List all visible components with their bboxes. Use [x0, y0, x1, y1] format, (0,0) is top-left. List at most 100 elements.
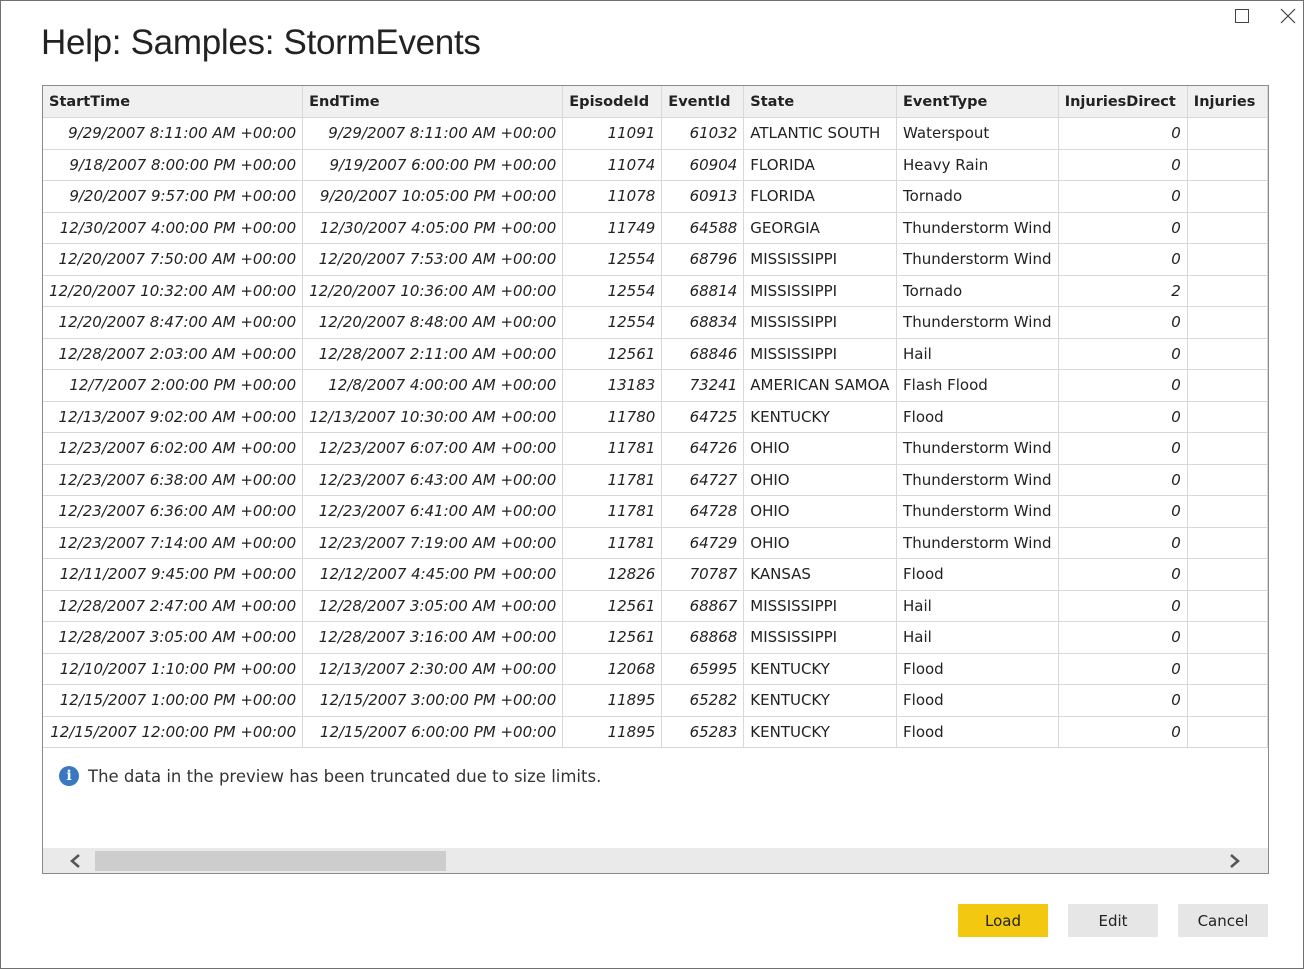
chevron-right-icon: [1230, 853, 1240, 868]
column-header[interactable]: EpisodeId: [562, 86, 663, 118]
table-cell: FLORIDA: [743, 149, 898, 181]
table-cell: 11895: [562, 684, 663, 717]
table-cell: 12/15/2007 12:00:00 PM +00:00: [43, 716, 304, 748]
table-cell: MISSISSIPPI: [743, 306, 898, 339]
column-header[interactable]: EventType: [896, 86, 1059, 118]
table-cell: Flood: [896, 401, 1059, 433]
table-cell: [1187, 243, 1268, 276]
table-cell: 64725: [661, 401, 745, 433]
table-cell: [1187, 180, 1268, 213]
close-button[interactable]: [1273, 3, 1303, 29]
table-cell: 9/20/2007 10:05:00 PM +00:00: [302, 180, 564, 213]
table-cell: [1187, 590, 1268, 622]
table-cell: OHIO: [743, 495, 898, 528]
column-header[interactable]: EndTime: [302, 86, 564, 118]
table-cell: 61032: [661, 117, 745, 150]
table-cell: 64588: [661, 212, 745, 244]
table-cell: OHIO: [743, 432, 898, 465]
storm-events-dialog: Help: Samples: StormEvents StartTime EndT…: [0, 0, 1304, 969]
table-cell: 64727: [661, 464, 745, 496]
table-cell: 0: [1058, 432, 1188, 465]
cancel-button[interactable]: Cancel: [1178, 904, 1268, 937]
table-cell: [1187, 306, 1268, 339]
table-row: 12/10/2007 1:10:00 PM +00:00 12/13/2007 2…: [43, 653, 1268, 685]
table-cell: OHIO: [743, 464, 898, 496]
table-cell: 12554: [562, 243, 663, 276]
table-cell: Waterspout: [896, 117, 1059, 150]
table-cell: Flood: [896, 684, 1059, 717]
table-cell: 60904: [661, 149, 745, 181]
table-cell: Hail: [896, 590, 1059, 622]
table-cell: 68868: [661, 621, 745, 654]
table-row: 12/20/2007 8:47:00 AM +00:00 12/20/2007 8…: [43, 306, 1268, 339]
table-cell: OHIO: [743, 527, 898, 559]
table-cell: 0: [1058, 716, 1188, 748]
table-cell: 9/29/2007 8:11:00 AM +00:00: [43, 117, 304, 150]
table-cell: 11749: [562, 212, 663, 244]
table-cell: 11074: [562, 149, 663, 181]
scrollbar-thumb[interactable]: [95, 851, 446, 871]
scroll-right-button[interactable]: [1221, 848, 1249, 873]
table-cell: [1187, 432, 1268, 465]
table-cell: 0: [1058, 621, 1188, 654]
table-cell: FLORIDA: [743, 180, 898, 213]
table-cell: 12/8/2007 4:00:00 AM +00:00: [302, 369, 564, 402]
table-cell: 65283: [661, 716, 745, 748]
table-cell: 12/13/2007 2:30:00 AM +00:00: [302, 653, 564, 685]
table-cell: 0: [1058, 117, 1188, 150]
data-preview-panel: StartTime EndTime EpisodeId EventId State Eve…: [42, 85, 1269, 874]
table-cell: 12554: [562, 306, 663, 339]
maximize-button[interactable]: [1227, 3, 1257, 29]
table-cell: Flood: [896, 716, 1059, 748]
table-cell: MISSISSIPPI: [743, 621, 898, 654]
table-cell: Tornado: [896, 180, 1059, 213]
column-header[interactable]: EventId: [661, 86, 745, 118]
table-cell: 0: [1058, 369, 1188, 402]
table-cell: KENTUCKY: [743, 401, 898, 433]
table-cell: KENTUCKY: [743, 684, 898, 717]
table-cell: 11781: [562, 464, 663, 496]
close-icon: [1280, 8, 1296, 24]
column-header[interactable]: Injuries: [1187, 86, 1268, 118]
table-cell: MISSISSIPPI: [743, 243, 898, 276]
table-cell: 12/23/2007 7:19:00 AM +00:00: [302, 527, 564, 559]
table-cell: 11781: [562, 495, 663, 528]
table-cell: Thunderstorm Wind: [896, 464, 1059, 496]
table-cell: 9/18/2007 8:00:00 PM +00:00: [43, 149, 304, 181]
table-row: 12/23/2007 7:14:00 AM +00:00 12/23/2007 7…: [43, 527, 1268, 559]
table-row: 12/28/2007 2:03:00 AM +00:00 12/28/2007 2…: [43, 338, 1268, 370]
table-cell: MISSISSIPPI: [743, 338, 898, 370]
table-body: 9/29/2007 8:11:00 AM +00:00 9/29/2007 8:1…: [43, 117, 1268, 748]
table-row: 9/20/2007 9:57:00 PM +00:00 9/20/2007 10:…: [43, 180, 1268, 213]
column-header[interactable]: StartTime: [43, 86, 304, 118]
table-cell: Flash Flood: [896, 369, 1059, 402]
table-cell: Thunderstorm Wind: [896, 306, 1059, 339]
scroll-left-button[interactable]: [61, 848, 89, 873]
table-cell: 9/19/2007 6:00:00 PM +00:00: [302, 149, 564, 181]
load-button[interactable]: Load: [958, 904, 1048, 937]
table-cell: 73241: [661, 369, 745, 402]
table-cell: 12/15/2007 3:00:00 PM +00:00: [302, 684, 564, 717]
table-row: 12/13/2007 9:02:00 AM +00:00 12/13/2007 1…: [43, 401, 1268, 433]
table-header-row: StartTime EndTime EpisodeId EventId State Eve…: [43, 86, 1268, 118]
truncation-notice-text: The data in the preview has been truncat…: [88, 766, 602, 786]
table-cell: Flood: [896, 653, 1059, 685]
table-row: 9/29/2007 8:11:00 AM +00:00 9/29/2007 8:1…: [43, 117, 1268, 150]
table-cell: 12/23/2007 6:38:00 AM +00:00: [43, 464, 304, 496]
table-cell: KENTUCKY: [743, 653, 898, 685]
table-cell: 12/20/2007 10:32:00 AM +00:00: [43, 275, 304, 307]
horizontal-scrollbar[interactable]: [43, 848, 1268, 873]
table-cell: 12/23/2007 6:02:00 AM +00:00: [43, 432, 304, 465]
maximize-icon: [1235, 9, 1249, 23]
table-cell: 68867: [661, 590, 745, 622]
table-cell: 13183: [562, 369, 663, 402]
column-header[interactable]: State: [743, 86, 898, 118]
table-row: 12/20/2007 10:32:00 AM +00:00 12/20/2007 …: [43, 275, 1268, 307]
table-cell: 9/29/2007 8:11:00 AM +00:00: [302, 117, 564, 150]
column-header[interactable]: InjuriesDirect: [1058, 86, 1188, 118]
table-cell: 64729: [661, 527, 745, 559]
table-cell: 12/28/2007 2:03:00 AM +00:00: [43, 338, 304, 370]
table-cell: [1187, 495, 1268, 528]
table-cell: 65282: [661, 684, 745, 717]
edit-button[interactable]: Edit: [1068, 904, 1158, 937]
